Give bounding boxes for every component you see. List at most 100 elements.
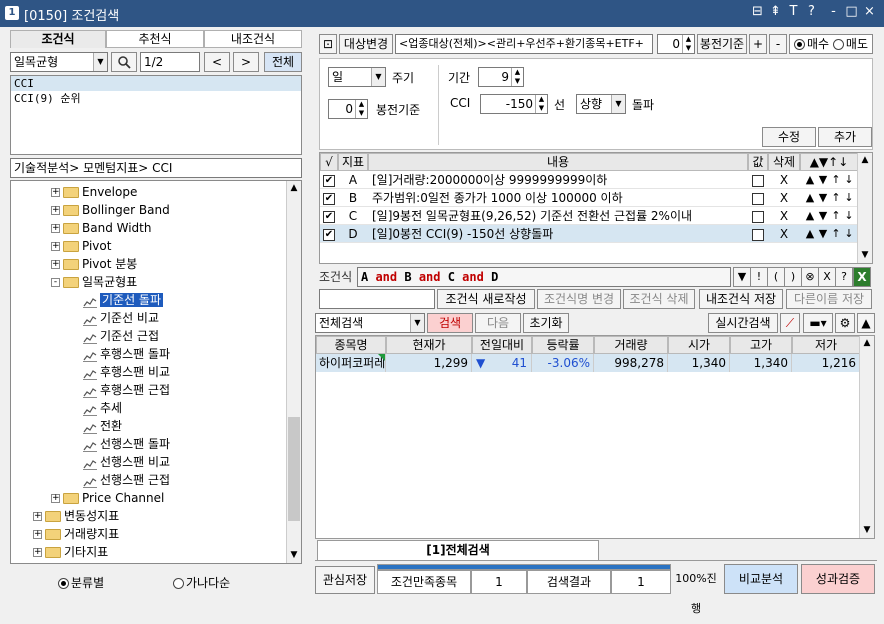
- radio-by-category[interactable]: 분류별: [58, 574, 104, 591]
- tree-item[interactable]: 기준선 근접: [11, 327, 288, 345]
- tree-item[interactable]: + Band Width: [11, 219, 288, 237]
- reset-button[interactable]: 초기화: [523, 313, 569, 333]
- tree-item[interactable]: 전환: [11, 417, 288, 435]
- move-up-icon[interactable]: ▲: [804, 225, 816, 243]
- collapse-icon[interactable]: ▲: [857, 313, 875, 333]
- list-item[interactable]: CCI(9) 순위: [11, 91, 301, 106]
- gear-icon[interactable]: ⚙: [835, 313, 855, 333]
- modify-button[interactable]: 수정: [762, 127, 816, 147]
- close-button[interactable]: ×: [862, 4, 877, 19]
- value-checkbox[interactable]: [752, 209, 764, 223]
- search-run-button[interactable]: 검색: [427, 313, 473, 333]
- help-icon[interactable]: ?: [804, 4, 819, 19]
- formula-field[interactable]: A and B and C and D: [357, 267, 731, 287]
- expand-icon[interactable]: +: [51, 224, 60, 233]
- period-combo[interactable]: 일 ▼: [328, 67, 386, 87]
- move-top-icon[interactable]: ↑: [830, 171, 842, 189]
- term-stepper[interactable]: 9 ▲ ▼: [478, 67, 524, 87]
- value-checkbox[interactable]: [752, 191, 764, 205]
- col-open[interactable]: 시가: [668, 336, 730, 354]
- row-checkbox[interactable]: ✔: [323, 191, 335, 205]
- tree-item[interactable]: 선행스팬 비교: [11, 453, 288, 471]
- xor-button[interactable]: ⊗: [801, 267, 819, 287]
- expand-icon[interactable]: +: [51, 494, 60, 503]
- tab-conditions[interactable]: 조건식: [10, 30, 106, 48]
- save-as-button[interactable]: 다른이름 저장: [786, 289, 872, 309]
- minus-button[interactable]: -: [769, 34, 787, 54]
- dock-icon[interactable]: ⊡: [319, 34, 337, 54]
- move-down-icon[interactable]: ▼: [817, 207, 829, 225]
- condition-row[interactable]: ✔ C [일]9봉전 일목균형표(9,26,52) 기준선 전환선 근접률 2%이내…: [320, 207, 858, 225]
- all-button[interactable]: 전체: [264, 52, 302, 72]
- buy-radio[interactable]: 매수: [793, 37, 829, 51]
- tree-item[interactable]: - 일목균형표: [11, 273, 288, 291]
- move-bottom-icon[interactable]: ↓: [843, 189, 855, 207]
- move-down-icon[interactable]: ▼: [817, 225, 829, 243]
- expand-icon[interactable]: +: [51, 206, 60, 215]
- realtime-search-button[interactable]: 실시간검색: [708, 313, 778, 333]
- col-rate[interactable]: 등락률: [532, 336, 594, 354]
- tree-item[interactable]: + Envelope: [11, 183, 288, 201]
- tree-item[interactable]: + Price Channel: [11, 489, 288, 507]
- move-up-icon[interactable]: ▲: [804, 189, 816, 207]
- change-target-button[interactable]: 대상변경: [339, 34, 393, 54]
- move-bottom-icon[interactable]: ↓: [843, 171, 855, 189]
- value-checkbox[interactable]: [752, 227, 764, 241]
- tree-item[interactable]: 후행스팬 근접: [11, 381, 288, 399]
- search-button[interactable]: [111, 52, 137, 72]
- tree-item[interactable]: 기준선 돌파: [11, 291, 288, 309]
- col-change[interactable]: 전일대비: [472, 336, 532, 354]
- formula-dropdown-icon[interactable]: ▼: [733, 267, 751, 287]
- delete-row-button[interactable]: X: [768, 189, 800, 207]
- next-button[interactable]: 다음: [475, 313, 521, 333]
- move-bottom-icon[interactable]: ↓: [843, 207, 855, 225]
- delete-row-button[interactable]: X: [768, 225, 800, 243]
- search-scope-combo[interactable]: 전체검색 ▼: [315, 313, 425, 333]
- tree-item[interactable]: +패턴분석: [11, 561, 288, 563]
- next-page-button[interactable]: >: [233, 52, 259, 72]
- tree-item[interactable]: + 거래량지표: [11, 525, 288, 543]
- layout-icon[interactable]: ⊟: [750, 4, 765, 19]
- tree-item[interactable]: + 기타지표: [11, 543, 288, 561]
- col-price[interactable]: 현재가: [386, 336, 472, 354]
- not-button[interactable]: !: [750, 267, 768, 287]
- tab-all-search[interactable]: [1]전체검색: [317, 540, 599, 560]
- move-up-icon[interactable]: ▲: [804, 171, 816, 189]
- move-bottom-icon[interactable]: ↓: [843, 225, 855, 243]
- move-top-icon[interactable]: ↑: [830, 189, 842, 207]
- expand-icon[interactable]: +: [33, 512, 42, 521]
- formula-name-input[interactable]: [319, 289, 435, 309]
- expand-icon[interactable]: +: [33, 548, 42, 557]
- radio-alphabetical[interactable]: 가나다순: [173, 574, 230, 591]
- font-icon[interactable]: T: [786, 4, 801, 19]
- row-checkbox[interactable]: ✔: [323, 209, 335, 223]
- condition-row[interactable]: ✔ B 주가범위:0일전 종가가 1000 이상 100000 이하 X ▲ ▼ ↑ ↓: [320, 189, 858, 207]
- expand-icon[interactable]: +: [51, 242, 60, 251]
- open-paren-button[interactable]: (: [767, 267, 785, 287]
- expand-icon[interactable]: +: [33, 530, 42, 539]
- tree-item[interactable]: 선행스팬 근접: [11, 471, 288, 489]
- target-field[interactable]: <업종대상(전체)><관리+우선주+환기종목+ETF+: [395, 34, 653, 54]
- delete-row-button[interactable]: X: [768, 207, 800, 225]
- pin-icon[interactable]: ⇞: [768, 4, 783, 19]
- col-high[interactable]: 고가: [730, 336, 792, 354]
- help-button[interactable]: ?: [835, 267, 853, 287]
- close-paren-button[interactable]: ): [784, 267, 802, 287]
- tree-item[interactable]: + Pivot: [11, 237, 288, 255]
- plus-button[interactable]: +: [749, 34, 767, 54]
- condition-row[interactable]: ✔ D [일]0봉전 CCI(9) -150선 상향돌파 X ▲ ▼ ↑ ↓: [320, 225, 858, 243]
- save-my-formula-button[interactable]: 내조건식 저장: [699, 289, 783, 309]
- expand-icon[interactable]: +: [51, 260, 60, 269]
- col-low[interactable]: 저가: [792, 336, 860, 354]
- tab-recommended[interactable]: 추천식: [106, 30, 204, 48]
- add-button[interactable]: 추가: [818, 127, 872, 147]
- delete-formula-button[interactable]: 조건식 삭제: [623, 289, 695, 309]
- compare-button[interactable]: 비교분석: [724, 564, 798, 594]
- direction-combo[interactable]: 상향 ▼: [576, 94, 626, 114]
- verify-button[interactable]: 성과검증: [801, 564, 875, 594]
- delete-row-button[interactable]: X: [768, 171, 800, 189]
- row-checkbox[interactable]: ✔: [323, 173, 335, 187]
- table-row[interactable]: 하이퍼코퍼레이1,299▼41-3.06%998,2781,3401,3401,…: [316, 354, 860, 372]
- tab-my-conditions[interactable]: 내조건식: [204, 30, 302, 48]
- col-volume[interactable]: 거래량: [594, 336, 668, 354]
